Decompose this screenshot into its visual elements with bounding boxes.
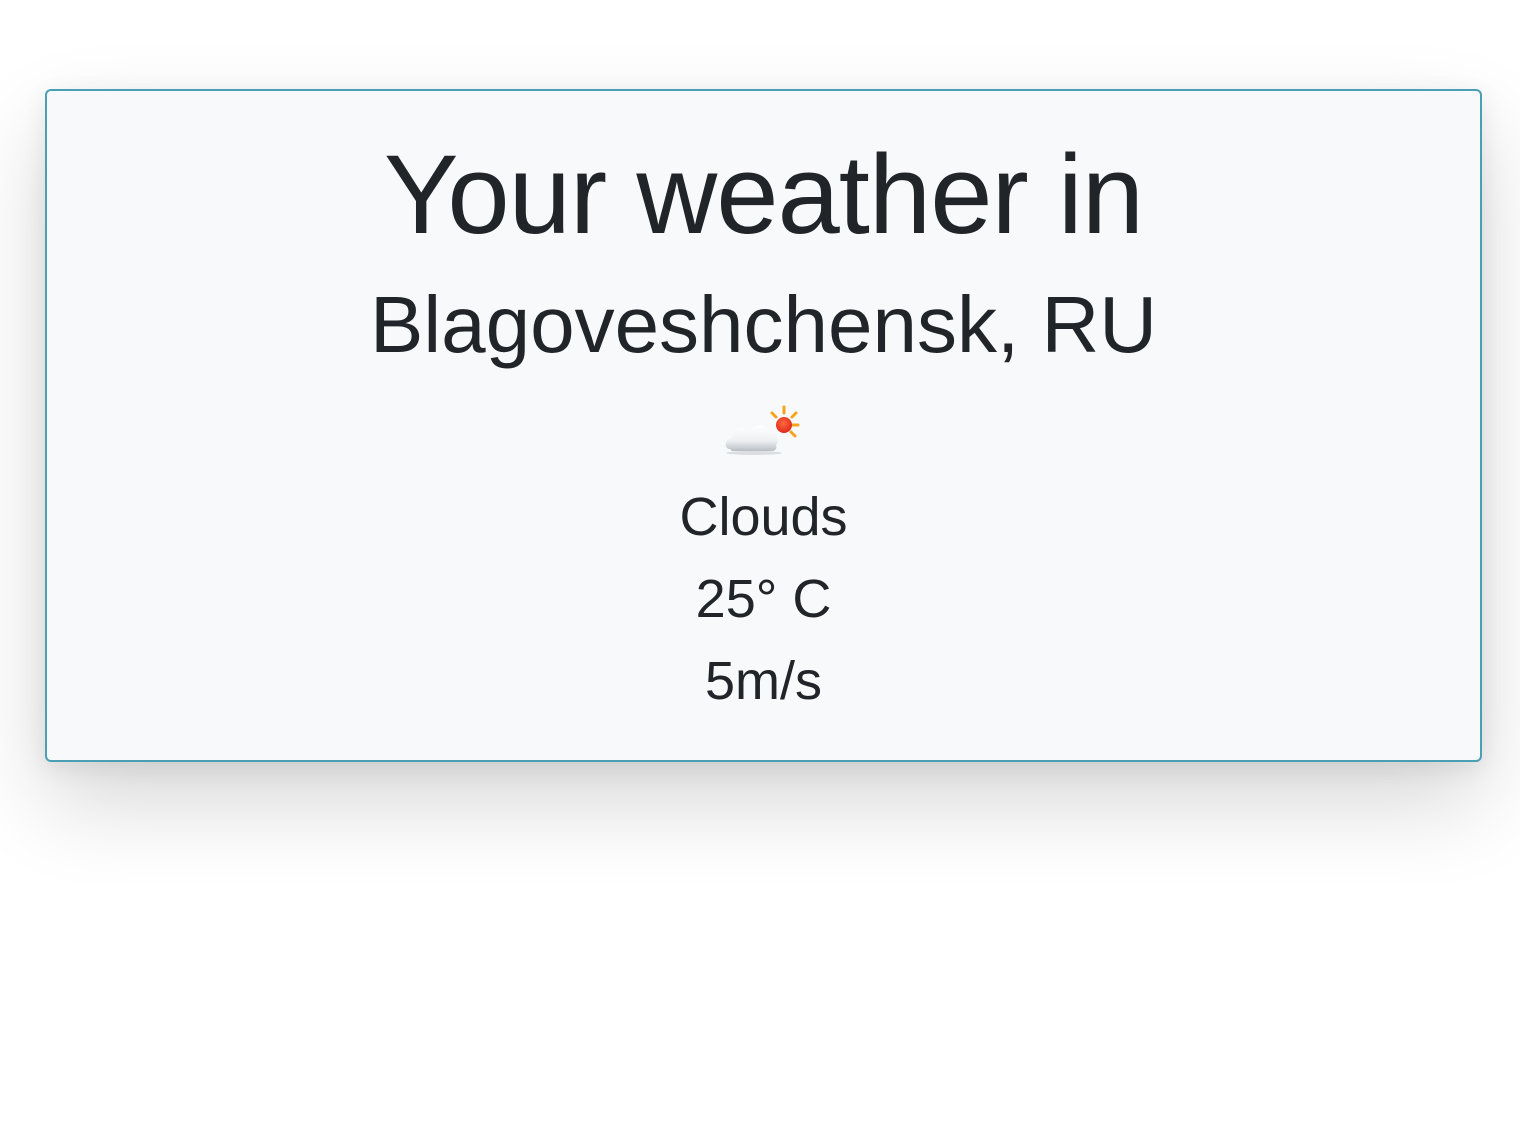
cloud-sun-icon (722, 403, 806, 459)
weather-heading: Your weather in (383, 132, 1144, 257)
location-name: Blagoveshchensk, RU (369, 280, 1158, 369)
page: Your weather in Blagoveshchensk, RU Clou… (0, 0, 1520, 1122)
temperature-value: 25° C (695, 569, 832, 629)
wind-speed-value: 5m/s (704, 651, 823, 711)
weather-card: Your weather in Blagoveshchensk, RU Clou… (45, 89, 1482, 762)
weather-condition: Clouds (679, 487, 848, 547)
